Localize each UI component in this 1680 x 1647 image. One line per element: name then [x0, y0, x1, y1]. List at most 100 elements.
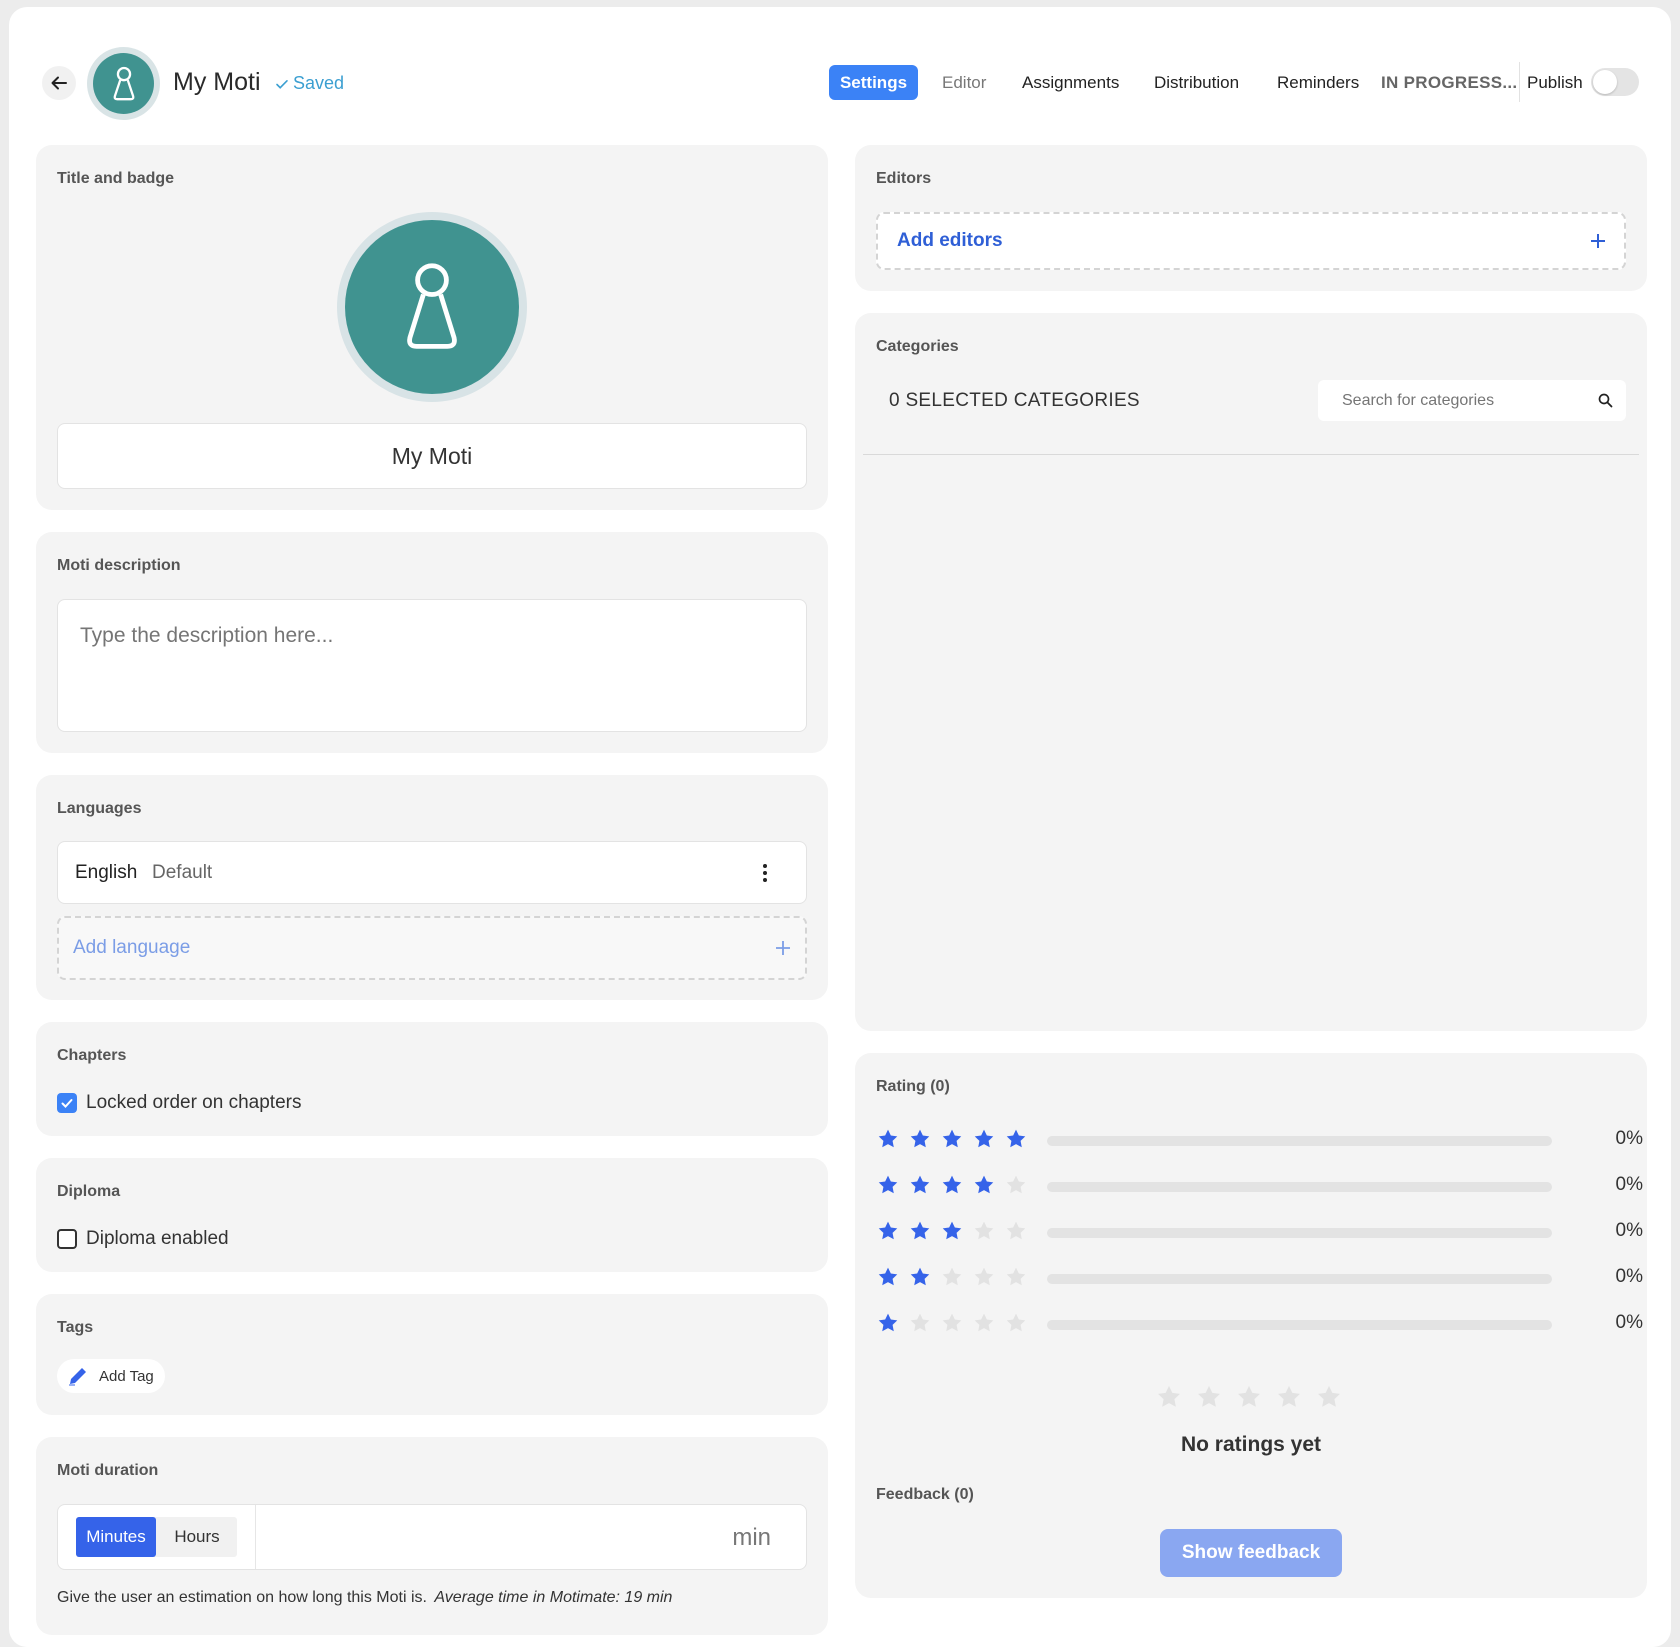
nav-divider [1519, 62, 1520, 102]
language-default-tag: Default [152, 862, 213, 883]
star-empty-icon [942, 1313, 962, 1332]
rating-percent: 0% [1615, 1174, 1643, 1195]
rating-row-stars [877, 1128, 1027, 1150]
rating-percent: 0% [1615, 1312, 1643, 1333]
star-filled-icon [910, 1221, 930, 1240]
rating-bar [1047, 1228, 1552, 1238]
star-filled-icon [910, 1175, 930, 1194]
feedback-label: Feedback (0) [876, 1486, 974, 1503]
badge-avatar[interactable] [337, 212, 527, 402]
diploma-checkbox[interactable] [57, 1229, 77, 1249]
arrow-left-icon [51, 76, 67, 90]
show-feedback-button[interactable]: Show feedback [1160, 1529, 1342, 1577]
title-badge-card: Title and badge My Moti [36, 145, 828, 510]
rating-row: 0% [877, 1125, 1643, 1155]
star-empty-icon [1006, 1175, 1026, 1194]
star-filled-icon [878, 1313, 898, 1332]
rating-row: 0% [877, 1263, 1643, 1293]
language-name: English [75, 862, 138, 883]
editors-card: Editors Add editors [855, 145, 1647, 291]
star-filled-icon [974, 1175, 994, 1194]
tab-assignments[interactable]: Assignments [1022, 73, 1119, 93]
language-item[interactable]: English Default [57, 841, 807, 904]
rating-row: 0% [877, 1309, 1643, 1339]
add-editors-label: Add editors [897, 230, 1003, 251]
star-empty-icon [1198, 1385, 1220, 1407]
star-empty-icon [974, 1267, 994, 1286]
star-empty-icon [910, 1313, 930, 1332]
add-language-button[interactable]: Add language [57, 916, 807, 980]
star-filled-icon [878, 1221, 898, 1240]
no-ratings-label: No ratings yet [1180, 1433, 1322, 1456]
languages-label: Languages [57, 800, 142, 817]
locked-order-label: Locked order on chapters [86, 1092, 302, 1113]
pawn-icon [407, 263, 457, 349]
description-card: Moti description [36, 532, 828, 753]
unit-hours-button[interactable]: Hours [157, 1517, 237, 1557]
rating-row-stars [877, 1174, 1027, 1196]
star-filled-icon [910, 1129, 930, 1148]
description-textarea[interactable] [57, 599, 807, 732]
rating-row: 0% [877, 1171, 1643, 1201]
status-badge: IN PROGRESS... [1381, 73, 1518, 92]
locked-order-checkbox[interactable] [57, 1093, 77, 1113]
categories-card: Categories 0 SELECTED CATEGORIES [855, 313, 1647, 1031]
back-button[interactable] [42, 66, 76, 100]
star-filled-icon [974, 1129, 994, 1148]
star-empty-icon [1006, 1221, 1026, 1240]
duration-hint-text: Give the user an estimation on how long … [57, 1589, 427, 1606]
title-input-value: My Moti [391, 442, 473, 469]
star-filled-icon [942, 1221, 962, 1240]
duration-card: Moti duration Minutes Hours min Give the… [36, 1437, 828, 1635]
publish-label: Publish [1527, 73, 1583, 92]
check-icon [276, 79, 288, 89]
rating-bar [1047, 1136, 1552, 1146]
diploma-label: Diploma [57, 1183, 121, 1200]
star-empty-icon [1006, 1267, 1026, 1286]
add-editors-button[interactable]: Add editors [876, 212, 1626, 270]
rating-bar [1047, 1274, 1552, 1284]
search-icon[interactable] [1598, 393, 1613, 408]
title-input[interactable]: My Moti [57, 423, 807, 489]
tab-editor[interactable]: Editor [942, 73, 986, 93]
diploma-enabled-label: Diploma enabled [86, 1228, 229, 1249]
input-divider [255, 1505, 256, 1569]
plus-icon [776, 941, 790, 955]
editors-label: Editors [876, 170, 932, 187]
star-filled-icon [910, 1267, 930, 1286]
add-tag-label: Add Tag [99, 1367, 154, 1385]
star-filled-icon [878, 1175, 898, 1194]
languages-card: Languages English Default Add language [36, 775, 828, 1000]
star-filled-icon [942, 1175, 962, 1194]
star-filled-icon [878, 1267, 898, 1286]
star-filled-icon [942, 1129, 962, 1148]
tab-settings[interactable]: Settings [829, 65, 918, 100]
publish-toggle[interactable] [1591, 68, 1639, 96]
empty-stars [1156, 1384, 1342, 1410]
categories-divider [863, 454, 1639, 455]
tab-distribution[interactable]: Distribution [1154, 73, 1239, 93]
header-badge-avatar [87, 47, 160, 120]
diploma-card: Diploma Diploma enabled [36, 1158, 828, 1272]
star-empty-icon [974, 1313, 994, 1332]
rating-bar [1047, 1182, 1552, 1192]
diploma-row: Diploma enabled [57, 1228, 229, 1250]
category-search-input[interactable] [1318, 380, 1588, 421]
unit-minutes-button[interactable]: Minutes [76, 1517, 156, 1557]
rating-percent: 0% [1615, 1220, 1643, 1241]
category-search [1318, 380, 1626, 421]
duration-input-group: Minutes Hours min [57, 1504, 807, 1570]
page-title: My Moti [173, 68, 261, 96]
description-label: Moti description [57, 557, 181, 574]
rating-row-stars [877, 1266, 1027, 1288]
chapters-label: Chapters [57, 1047, 127, 1064]
tab-reminders[interactable]: Reminders [1277, 73, 1359, 93]
rating-row-stars [877, 1220, 1027, 1242]
duration-input[interactable] [257, 1506, 727, 1568]
duration-average: Average time in Motimate: 19 min [434, 1589, 673, 1606]
star-empty-icon [1278, 1385, 1300, 1407]
add-tag-button[interactable]: Add Tag [57, 1359, 165, 1393]
more-vertical-icon[interactable] [762, 863, 768, 883]
rating-row: 0% [877, 1217, 1643, 1247]
duration-suffix: min [732, 1524, 771, 1551]
